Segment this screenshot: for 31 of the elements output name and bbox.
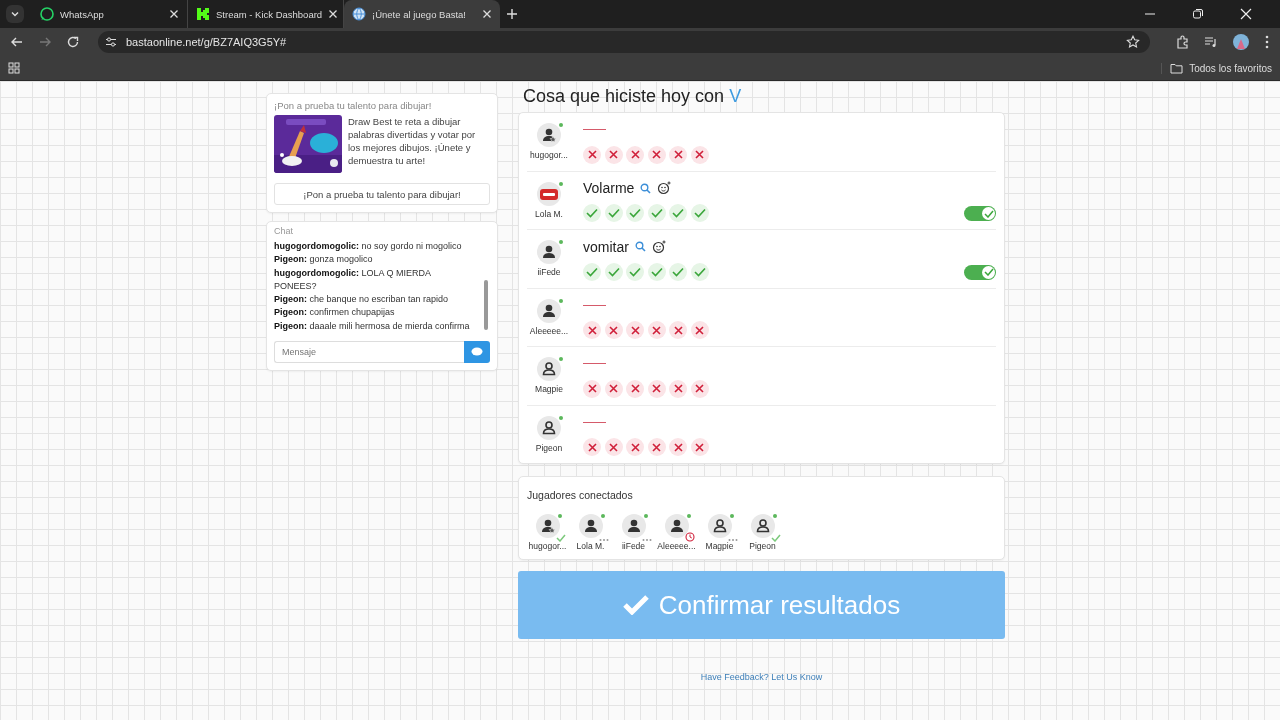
- chat-title: Chat: [274, 226, 294, 236]
- section-title: Jugadores conectados: [527, 489, 633, 501]
- player-name: Aleeeee...: [657, 541, 696, 551]
- player-name: Pigeon: [749, 541, 776, 551]
- browser-tab[interactable]: ¡Únete al juego Basta!: [344, 0, 500, 28]
- chat-message: hugogordomogolic: LOLA Q MIERDA PONEES?: [274, 266, 432, 293]
- player-name: Pigeon: [535, 442, 563, 453]
- answer-text: vomitar: [583, 238, 629, 255]
- player-name: Lola M.: [535, 208, 563, 219]
- promo-button[interactable]: ¡Pon a prueba tu talento para dibujar!: [274, 183, 490, 205]
- answer-text: Volarme: [583, 180, 635, 197]
- chat-message: Pigeon: daaale mili hermosa de mierda confirma: [274, 319, 471, 333]
- message-field[interactable]: Mensaje: [274, 341, 464, 364]
- player-name: iiFede: [537, 267, 561, 278]
- address-bar[interactable]: bastaonline.net/g/BZ7AIQ3G5Y#: [98, 31, 1150, 53]
- player-name: Magpie: [535, 384, 563, 395]
- player-name: hugogor...: [530, 150, 568, 161]
- player-name: Magpie: [705, 541, 734, 551]
- player-name: iiFede: [621, 541, 646, 551]
- player-name: hugogor...: [528, 541, 567, 551]
- chat-message: Pigeon: che banque no escriban tan rapido: [274, 293, 450, 307]
- all-bookmarks-button[interactable]: Todos los favoritos: [1161, 62, 1272, 74]
- player-name: Lola M.: [576, 541, 605, 551]
- promo-text: Draw Best te reta a dibujar palabras divertidas y votar por los mejores dibujos. ¡Únete y demuestra tu arte!: [348, 115, 477, 168]
- promo-heading: ¡Pon a prueba tu talento para dibujar!: [274, 100, 433, 111]
- player-name: Aleeeee...: [529, 325, 569, 336]
- feedback-link[interactable]: Have Feedback? Let Us Know: [518, 672, 1005, 682]
- chat-message: hugogordomogolic: no soy gordo ni mogolico: [274, 240, 463, 253]
- chat-message: Pigeon: gonza mogolico: [274, 253, 374, 267]
- category-title: Cosa que hiciste hoy con V: [523, 86, 743, 107]
- chat-message: Pigeon: confirmen chupapijas: [274, 306, 396, 320]
